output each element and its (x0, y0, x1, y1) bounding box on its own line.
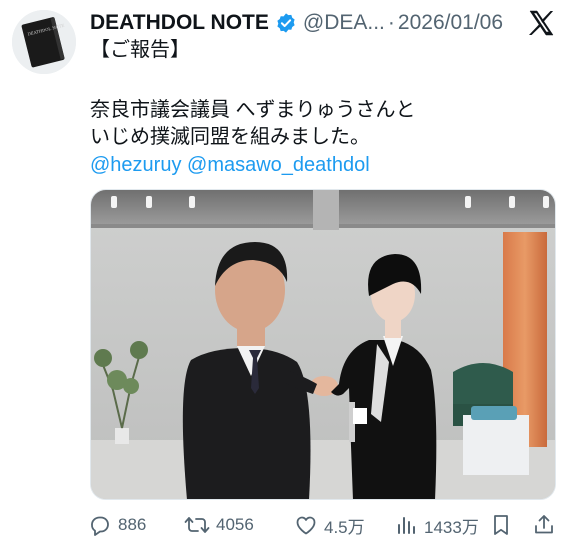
tweet-text-line-2: 奈良市議会議員 へずまりゅうさんと (90, 99, 416, 121)
like-icon (296, 516, 316, 535)
repost-count: 4056 (216, 515, 254, 534)
tweet-mentions: @hezuruy @masawo_deathdol (90, 152, 370, 178)
view-count: 1433万 (424, 517, 479, 537)
reply-count: 886 (118, 515, 147, 534)
repost-button[interactable]: 4056 (184, 513, 294, 537)
x-logo-icon[interactable] (526, 8, 556, 38)
views-button[interactable]: 1433万 (394, 513, 490, 538)
share-button[interactable] (532, 513, 558, 537)
mention-masawo-deathdol[interactable]: @masawo_deathdol (187, 154, 370, 176)
repost-icon (184, 517, 210, 533)
tweet-photo[interactable] (90, 189, 556, 500)
reply-icon (91, 516, 109, 536)
like-button[interactable]: 4.5万 (294, 513, 394, 538)
bookmark-icon (494, 515, 508, 535)
avatar-notebook-image: DEATHDOL NOTE (12, 10, 76, 74)
share-icon (535, 515, 553, 534)
like-count: 4.5万 (324, 517, 365, 537)
views-icon (398, 517, 415, 534)
tweet-text-line-3: いじめ撲滅同盟を組みました。 (90, 126, 370, 148)
tweet-text-line-1: 【ご報告】 (90, 39, 190, 61)
tweet-action-bar: 886 4056 4.5万 1433万 (88, 510, 560, 540)
tweet-header: DEATHDOL NOTE @DEA... · 2026/01/06 (90, 8, 560, 38)
bookmark-button[interactable] (490, 513, 532, 537)
separator-dot: · (387, 11, 395, 34)
avatar[interactable]: DEATHDOL NOTE (12, 10, 76, 74)
display-name[interactable]: DEATHDOL NOTE (90, 11, 269, 35)
handshake-photo (91, 190, 555, 499)
verified-badge-icon (277, 13, 295, 33)
user-handle[interactable]: @DEA... (303, 11, 385, 35)
reply-button[interactable]: 886 (88, 513, 184, 537)
post-date[interactable]: 2026/01/06 (398, 11, 503, 35)
mention-hezuruy[interactable]: @hezuruy (90, 154, 181, 176)
